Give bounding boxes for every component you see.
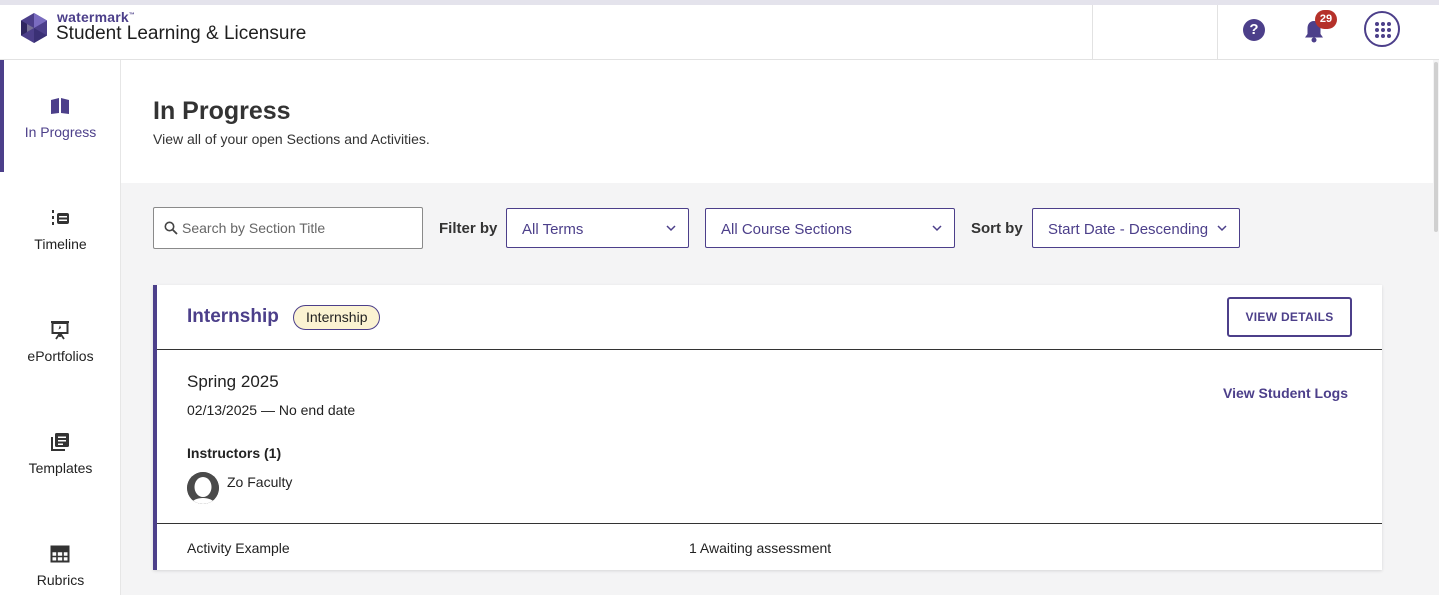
- sections-select-value: All Course Sections: [721, 221, 852, 238]
- section-type-badge: Internship: [293, 305, 381, 330]
- page-header: In Progress View all of your open Sectio…: [121, 60, 1433, 183]
- search-input[interactable]: [182, 208, 418, 248]
- instructor-name: Zo Faculty: [227, 474, 293, 490]
- page-subtitle: View all of your open Sections and Activ…: [153, 131, 430, 147]
- sort-by-label: Sort by: [971, 220, 1023, 237]
- help-button[interactable]: ?: [1243, 19, 1265, 41]
- sidebar-item-in-progress[interactable]: In Progress: [0, 60, 121, 172]
- sidebar-item-rubrics[interactable]: Rubrics: [0, 508, 121, 595]
- app-switcher-button[interactable]: [1364, 11, 1400, 47]
- header-divider: [1217, 5, 1218, 60]
- sidebar-nav: In Progress Timeline ePortfolios Templat…: [0, 60, 121, 595]
- person-silhouette-icon: [187, 472, 219, 504]
- terms-select-value: All Terms: [522, 221, 584, 238]
- card-divider: [157, 349, 1382, 350]
- watermark-logo-icon[interactable]: [18, 12, 50, 44]
- sidebar-item-templates[interactable]: Templates: [0, 396, 121, 508]
- app-header: watermark™ Student Learning & Licensure …: [0, 5, 1439, 60]
- activity-name[interactable]: Activity Example: [187, 540, 290, 556]
- sidebar-item-label: ePortfolios: [27, 348, 94, 364]
- sidebar-item-label: In Progress: [24, 124, 97, 140]
- section-title[interactable]: Internship: [187, 306, 279, 328]
- filter-by-label: Filter by: [439, 220, 498, 237]
- sidebar-item-label: Rubrics: [36, 572, 85, 588]
- scrollbar-thumb[interactable]: [1434, 62, 1438, 232]
- sidebar-item-timeline[interactable]: Timeline: [0, 172, 121, 284]
- avatar: [187, 472, 219, 504]
- view-details-button[interactable]: VIEW DETAILS: [1227, 297, 1352, 337]
- instructors-heading: Instructors (1): [187, 445, 282, 461]
- notification-badge[interactable]: 29: [1315, 10, 1337, 29]
- sort-select[interactable]: Start Date - Descending: [1032, 208, 1240, 248]
- presentation-board-icon: [51, 321, 69, 340]
- sidebar-item-eportfolios[interactable]: ePortfolios: [0, 284, 121, 396]
- term-name: Spring 2025: [187, 372, 279, 391]
- search-icon: [164, 221, 178, 235]
- activity-status: 1 Awaiting assessment: [689, 540, 832, 556]
- app-title[interactable]: Student Learning & Licensure: [56, 23, 306, 45]
- sort-select-value: Start Date - Descending: [1048, 221, 1209, 238]
- chevron-down-icon: [666, 225, 676, 232]
- search-field[interactable]: [153, 207, 423, 249]
- stacked-pages-icon: [51, 433, 69, 451]
- grid-table-icon: [50, 545, 70, 563]
- chevron-down-icon: [1217, 225, 1227, 232]
- timeline-icon: [52, 210, 69, 225]
- view-student-logs-link[interactable]: View Student Logs: [1223, 385, 1348, 401]
- chevron-down-icon: [932, 225, 942, 232]
- terms-select[interactable]: All Terms: [506, 208, 689, 248]
- card-divider: [157, 523, 1382, 524]
- open-book-icon: [51, 98, 69, 114]
- section-dates: 02/13/2025 — No end date: [187, 402, 356, 418]
- header-divider: [1092, 5, 1093, 60]
- page-title: In Progress: [153, 97, 291, 125]
- sidebar-item-label: Timeline: [34, 236, 87, 252]
- sidebar-item-label: Templates: [28, 460, 93, 476]
- course-sections-select[interactable]: All Course Sections: [705, 208, 955, 248]
- section-card: Internship Internship VIEW DETAILS Sprin…: [153, 285, 1382, 570]
